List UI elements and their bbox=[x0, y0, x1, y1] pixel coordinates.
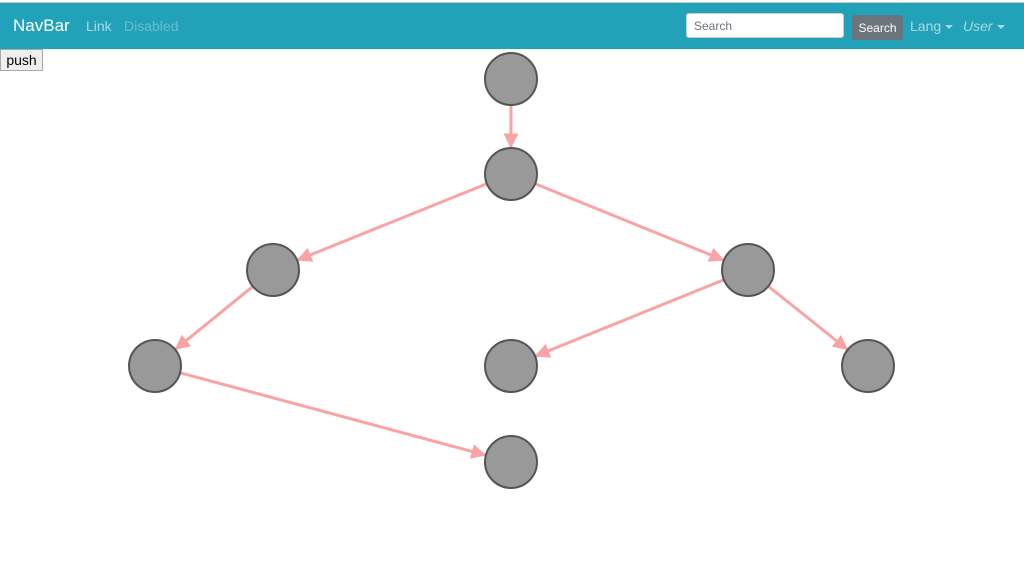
graph-node-1[interactable] bbox=[484, 147, 538, 201]
tree-graph bbox=[128, 52, 895, 489]
graph-node-2[interactable] bbox=[246, 243, 300, 297]
graph-node-3[interactable] bbox=[721, 243, 775, 297]
graph-node-4[interactable] bbox=[128, 339, 182, 393]
edge-2-4 bbox=[174, 285, 254, 351]
graph-node-7[interactable] bbox=[484, 435, 538, 489]
edge-3-5 bbox=[534, 278, 725, 358]
graph-node-5[interactable] bbox=[484, 339, 538, 393]
edge-4-7 bbox=[179, 371, 487, 459]
graph-node-0[interactable] bbox=[484, 52, 538, 106]
graph-node-6[interactable] bbox=[841, 339, 895, 393]
edge-1-3 bbox=[534, 182, 725, 262]
edge-3-6 bbox=[767, 285, 849, 351]
edge-1-2 bbox=[296, 182, 488, 262]
